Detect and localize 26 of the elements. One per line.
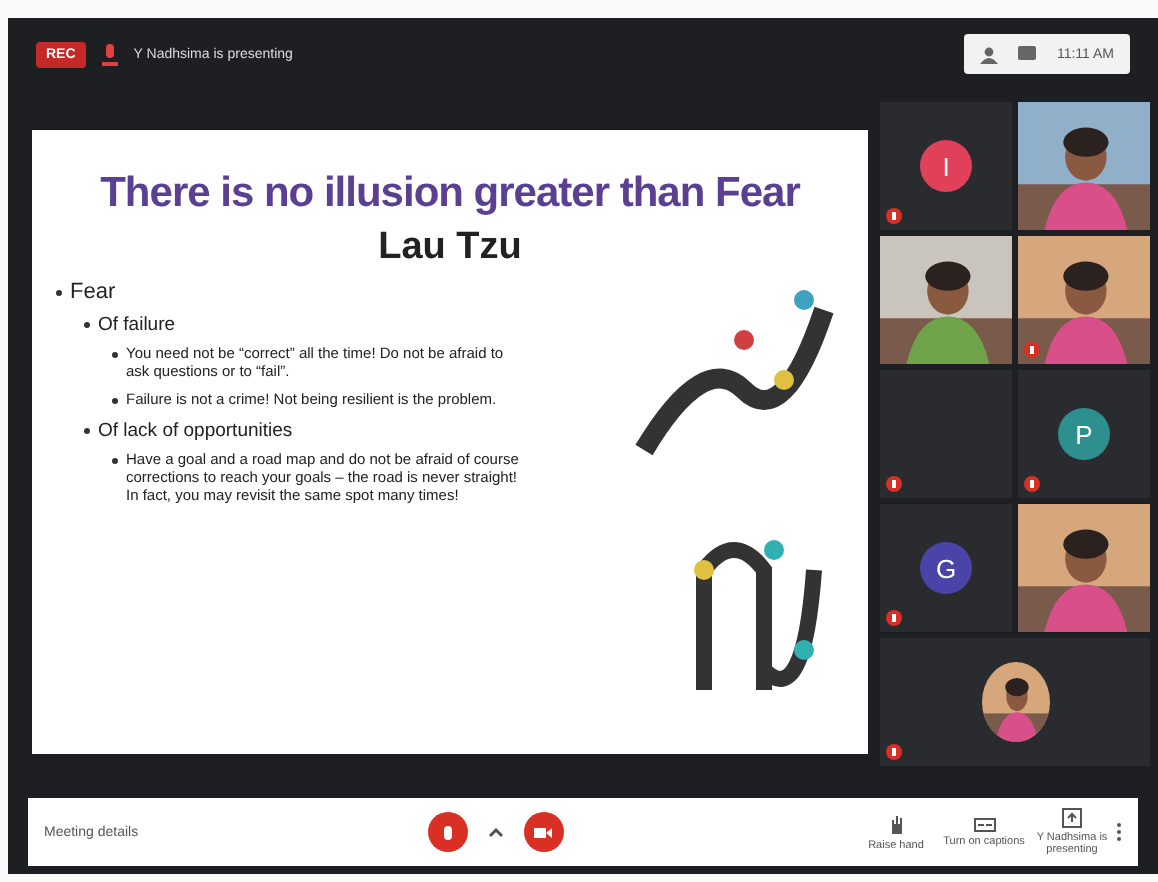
bullet-icon xyxy=(112,457,118,464)
camera-icon xyxy=(534,827,553,837)
slide-text: Of lack of opportunities xyxy=(98,419,293,444)
bullet-icon xyxy=(112,351,118,358)
caret-icon[interactable] xyxy=(487,827,504,837)
captions-icon xyxy=(973,817,995,831)
mic-button[interactable] xyxy=(427,812,468,852)
slide-text: Fear xyxy=(70,280,116,308)
slide-subtitle: Lau Tzu xyxy=(376,226,524,270)
slide-title: There is no illusion greater than Fear xyxy=(98,170,803,218)
bullet-icon xyxy=(112,398,118,405)
participant-avatar: G xyxy=(920,542,972,594)
mic-icon xyxy=(443,825,452,839)
slide-text: Of failure xyxy=(98,313,176,338)
bullet-icon xyxy=(56,290,62,296)
chat-icon xyxy=(1018,45,1037,63)
people-icon xyxy=(980,45,999,63)
more-icon[interactable] xyxy=(1116,822,1122,842)
bullet-icon xyxy=(84,427,90,434)
presenter-icon xyxy=(101,43,118,65)
participant-avatar: I xyxy=(920,140,972,192)
camera-button[interactable] xyxy=(523,812,564,852)
participant-avatar: P xyxy=(1058,408,1110,460)
hand-icon xyxy=(889,813,903,835)
bullet-icon xyxy=(84,321,90,328)
present-icon xyxy=(1062,808,1082,828)
